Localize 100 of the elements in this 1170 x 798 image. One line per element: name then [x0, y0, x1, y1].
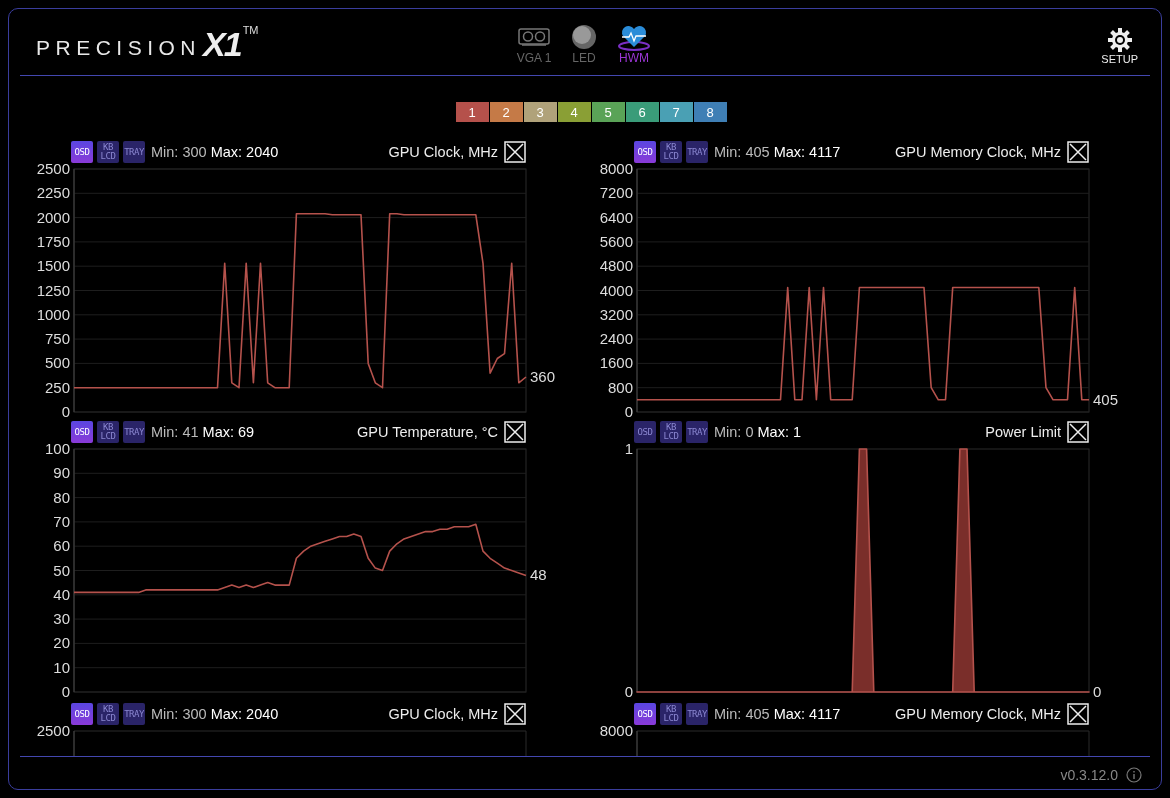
color-tab[interactable]: 8: [693, 102, 727, 122]
close-button[interactable]: [1067, 421, 1089, 443]
tick-label: 750: [44, 330, 70, 348]
max-value: Max: 69: [202, 424, 255, 440]
close-button[interactable]: [504, 141, 526, 163]
tick-label: 90: [53, 464, 70, 482]
tick-label: 7200: [599, 184, 633, 202]
overlay-toggle[interactable]: TRAY: [686, 703, 708, 725]
nav-tab[interactable]: LED: [566, 23, 602, 65]
settings-icon: [1106, 27, 1133, 53]
tick-label: 2400: [599, 330, 633, 348]
tick-label: 1750: [36, 232, 70, 250]
nav-tab[interactable]: HWM: [616, 23, 652, 65]
min-value: Min: 41: [151, 424, 199, 440]
color-tab[interactable]: 7: [659, 102, 693, 122]
tick-label: 100: [44, 443, 70, 457]
min-value: Min: 0: [714, 424, 754, 440]
tick-label: 8000: [599, 725, 633, 739]
overlay-toggle[interactable]: TRAY: [686, 421, 708, 443]
tick-label: 2500: [36, 725, 70, 739]
nav-tab[interactable]: VGA 1: [516, 23, 552, 65]
graph-title: GPU Clock, MHz: [388, 144, 498, 160]
graph-title: GPU Memory Clock, MHz: [895, 706, 1061, 722]
overlay-toggle[interactable]: TRAY: [123, 141, 145, 163]
overlay-toggle[interactable]: OSD: [71, 421, 93, 443]
overlay-toggle[interactable]: KB LCD: [660, 703, 682, 725]
overlay-toggle[interactable]: TRAY: [123, 421, 145, 443]
settings-button[interactable]: SETUP: [1101, 27, 1138, 65]
close-button[interactable]: [504, 421, 526, 443]
close-button[interactable]: [1067, 703, 1089, 725]
tick-label: 50: [53, 561, 70, 579]
graph-title: GPU Memory Clock, MHz: [895, 144, 1061, 160]
version-text: v0.3.12.0: [1060, 767, 1118, 783]
overlay-toggle[interactable]: KB LCD: [97, 703, 119, 725]
tick-label: 800: [607, 378, 633, 396]
tick-label: 1250: [36, 281, 70, 299]
overlay-toggle[interactable]: KB LCD: [97, 421, 119, 443]
color-tab[interactable]: 2: [489, 102, 523, 122]
min-value: Min: 300: [151, 706, 207, 722]
graph-title: GPU Temperature, °C: [357, 424, 498, 440]
tick-label: 4800: [599, 257, 633, 275]
tick-label: 1000: [36, 305, 70, 323]
graph-title: GPU Clock, MHz: [388, 706, 498, 722]
overlay-toggle[interactable]: TRAY: [123, 703, 145, 725]
tick-label: 8000: [599, 163, 633, 177]
tick-label: 40: [53, 585, 70, 603]
logo-mark: X1: [203, 24, 241, 64]
tick-label: 10: [53, 658, 70, 676]
tick-label: 4000: [599, 281, 633, 299]
max-value: Max: 2040: [210, 144, 279, 160]
overlay-toggle[interactable]: OSD: [71, 141, 93, 163]
color-tab[interactable]: 6: [625, 102, 659, 122]
tick-label: 0: [61, 403, 70, 420]
overlay-toggle[interactable]: KB LCD: [660, 421, 682, 443]
current-value: 360: [530, 368, 556, 385]
tick-label: 6400: [599, 208, 633, 226]
tick-label: 80: [53, 488, 70, 506]
tick-label: 250: [44, 378, 70, 396]
max-value: Max: 4117: [773, 144, 841, 160]
tick-label: 0: [624, 403, 633, 420]
tick-label: 70: [53, 512, 70, 530]
tick-label: 0: [624, 683, 633, 700]
current-value: 48: [530, 566, 547, 584]
tick-label: 0: [61, 683, 70, 700]
tick-label: 20: [53, 634, 70, 652]
tick-label: 60: [53, 537, 70, 555]
overlay-toggle[interactable]: OSD: [71, 703, 93, 725]
graph-title: Power Limit: [985, 424, 1061, 440]
overlay-toggle[interactable]: OSD: [634, 421, 656, 443]
tick-label: 500: [44, 354, 70, 372]
close-button[interactable]: [504, 703, 526, 725]
tick-label: 5600: [599, 232, 633, 250]
heart-pulse-icon: [616, 23, 652, 51]
min-value: Min: 405: [714, 144, 770, 160]
current-value: 0: [1093, 683, 1102, 700]
tick-label: 1: [624, 443, 633, 457]
tick-label: 1500: [36, 257, 70, 275]
color-tab[interactable]: 3: [523, 102, 557, 122]
max-value: Max: 1: [757, 424, 801, 440]
overlay-toggle[interactable]: OSD: [634, 141, 656, 163]
tick-label: 2250: [36, 184, 70, 202]
tick-label: 3200: [599, 305, 633, 323]
overlay-toggle[interactable]: TRAY: [686, 141, 708, 163]
color-tab[interactable]: 1: [455, 102, 489, 122]
info-icon[interactable]: [1126, 767, 1142, 783]
color-tab[interactable]: 5: [591, 102, 625, 122]
tick-label: 30: [53, 610, 70, 628]
tick-label: 2000: [36, 208, 70, 226]
trademark-sign: TM: [242, 24, 259, 36]
tick-label: 2500: [36, 163, 70, 177]
overlay-toggle[interactable]: OSD: [634, 703, 656, 725]
min-value: Min: 300: [151, 144, 207, 160]
color-tab[interactable]: 4: [557, 102, 591, 122]
overlay-toggle[interactable]: KB LCD: [660, 141, 682, 163]
close-button[interactable]: [1067, 141, 1089, 163]
overlay-toggle[interactable]: KB LCD: [97, 141, 119, 163]
current-value: 405: [1093, 390, 1119, 408]
min-value: Min: 405: [714, 706, 770, 722]
logo-text: PRECISION: [36, 36, 202, 60]
tick-label: 1600: [599, 354, 633, 372]
